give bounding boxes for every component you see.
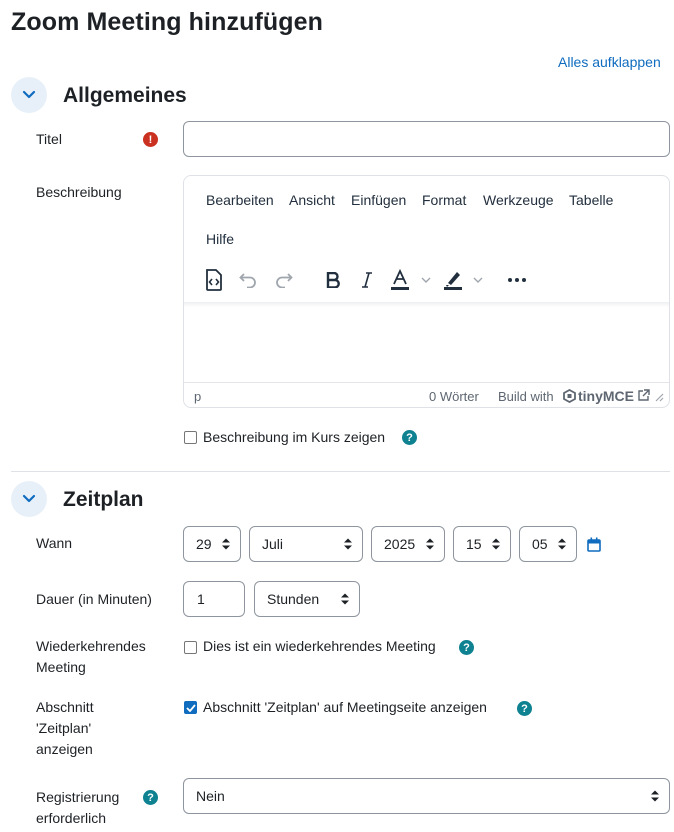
bold-icon — [326, 272, 340, 288]
sort-arrows-icon — [222, 538, 230, 550]
calendar-icon[interactable] — [587, 537, 601, 552]
registration-value: Nein — [196, 788, 225, 804]
minute-select[interactable]: 05 — [519, 526, 577, 562]
question-icon[interactable]: ? — [402, 430, 417, 445]
build-with-label[interactable]: Build with — [498, 389, 554, 404]
section-toggle-schedule[interactable] — [11, 481, 47, 517]
title-input[interactable] — [183, 121, 670, 157]
duration-unit-select[interactable]: Stunden — [254, 581, 360, 617]
show-description-label: Beschreibung im Kurs zeigen — [203, 429, 386, 445]
sort-arrows-icon — [341, 593, 349, 605]
section-divider — [11, 471, 670, 472]
editor-menu-edit[interactable]: Bearbeiten — [206, 192, 274, 208]
tinymce-brand[interactable]: tinyMCE — [578, 388, 634, 404]
day-value: 29 — [196, 536, 212, 552]
show-schedule-checkbox-label: Abschnitt 'Zeitplan' auf Meetingseite an… — [203, 699, 487, 715]
description-label: Beschreibung — [36, 184, 122, 200]
text-color-dropdown[interactable] — [419, 273, 433, 287]
more-horizontal-icon — [508, 278, 526, 282]
editor-menu-insert[interactable]: Einfügen — [351, 192, 406, 208]
question-icon[interactable]: ? — [143, 790, 158, 805]
redo-icon — [276, 273, 293, 288]
italic-icon — [362, 272, 372, 288]
sort-arrows-icon — [558, 538, 566, 550]
question-icon[interactable]: ? — [517, 701, 532, 716]
registration-select[interactable]: Nein — [183, 778, 670, 814]
show-description-checkbox[interactable] — [184, 431, 197, 444]
recurring-label: Wiederkehrendes Meeting — [36, 638, 146, 675]
word-count[interactable]: 0 Wörter — [429, 389, 479, 404]
duration-input[interactable]: 1 — [183, 581, 245, 617]
editor-menu-table[interactable]: Tabelle — [569, 192, 613, 208]
highlight-color-dropdown[interactable] — [471, 273, 485, 287]
page-title: Zoom Meeting hinzufügen — [11, 8, 323, 36]
editor-menu-help[interactable]: Hilfe — [206, 231, 234, 247]
hour-select[interactable]: 15 — [453, 526, 511, 562]
statusbar-divider — [184, 382, 669, 383]
recurring-checkbox-label: Dies ist ein wiederkehrendes Meeting — [203, 638, 436, 654]
section-toggle-general[interactable] — [11, 77, 47, 113]
more-button[interactable] — [505, 268, 529, 292]
sort-arrows-icon — [492, 538, 500, 550]
toolbar-shadow — [184, 302, 669, 307]
editor-menu-format[interactable]: Format — [422, 192, 466, 208]
section-title-general: Allgemeines — [63, 84, 187, 107]
title-label: Titel — [36, 131, 62, 147]
minute-value: 05 — [532, 536, 548, 552]
month-value: Juli — [262, 536, 284, 552]
text-color-icon — [391, 268, 409, 290]
duration-value: 1 — [197, 591, 205, 607]
description-editor[interactable]: Bearbeiten Ansicht Einfügen Format Werkz… — [183, 175, 670, 408]
duration-unit-value: Stunden — [267, 591, 320, 607]
required-icon: ! — [143, 132, 158, 147]
section-title-schedule: Zeitplan — [63, 488, 144, 511]
hour-value: 15 — [466, 536, 482, 552]
external-link-icon — [638, 389, 650, 401]
duration-label: Dauer (in Minuten) — [36, 591, 152, 607]
source-code-button[interactable] — [202, 267, 226, 293]
chevron-down-icon — [22, 90, 36, 99]
italic-button[interactable] — [355, 268, 379, 292]
source-code-icon — [206, 269, 222, 291]
bold-button[interactable] — [321, 268, 345, 292]
chevron-down-icon — [421, 277, 431, 283]
redo-button[interactable] — [272, 268, 296, 292]
expand-all-link[interactable]: Alles aufklappen — [558, 54, 661, 70]
editor-path[interactable]: p — [194, 389, 201, 404]
month-select[interactable]: Juli — [249, 526, 363, 562]
year-value: 2025 — [384, 536, 416, 552]
resize-handle-icon[interactable] — [654, 392, 664, 402]
chevron-down-icon — [22, 494, 36, 503]
sort-arrows-icon — [651, 790, 659, 802]
sort-arrows-icon — [426, 538, 434, 550]
show-schedule-checkbox[interactable] — [184, 701, 197, 714]
tinymce-logo-icon — [563, 389, 576, 403]
recurring-checkbox[interactable] — [184, 641, 197, 654]
when-label: Wann — [36, 535, 73, 551]
editor-menu-view[interactable]: Ansicht — [289, 192, 335, 208]
text-color-button[interactable] — [389, 266, 411, 294]
editor-menu-tools[interactable]: Werkzeuge — [483, 192, 554, 208]
checkmark-icon — [185, 703, 196, 712]
year-select[interactable]: 2025 — [371, 526, 445, 562]
show-schedule-label: Abschnitt 'Zeitplan' anzeigen — [36, 699, 94, 757]
highlight-color-button[interactable] — [442, 266, 464, 294]
undo-icon — [239, 273, 256, 288]
sort-arrows-icon — [344, 538, 352, 550]
highlighter-icon — [444, 272, 462, 290]
undo-button[interactable] — [236, 268, 260, 292]
day-select[interactable]: 29 — [183, 526, 241, 562]
registration-label: Registrierung erforderlich — [36, 789, 120, 826]
question-icon[interactable]: ? — [459, 640, 474, 655]
chevron-down-icon — [473, 277, 483, 283]
